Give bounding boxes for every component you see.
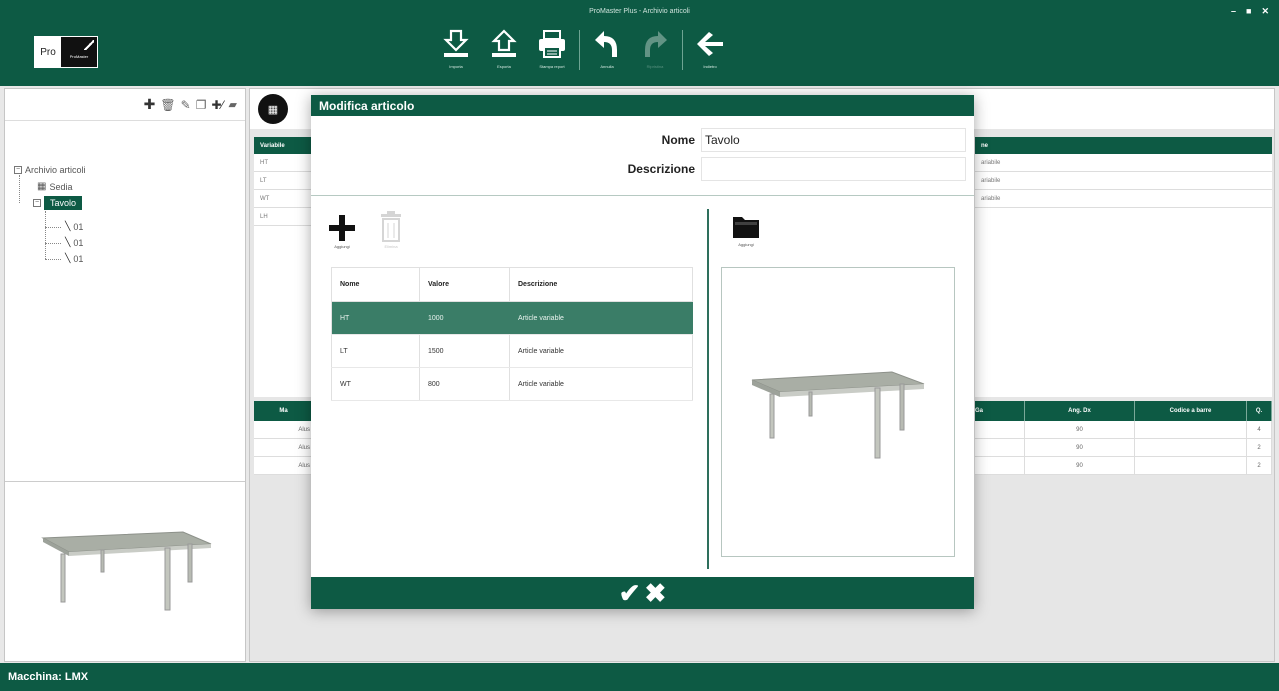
undo-icon — [595, 31, 617, 57]
dialog-separator — [311, 195, 974, 196]
article-preview — [5, 481, 245, 661]
export-icon — [491, 29, 517, 57]
collapse-icon[interactable]: − — [14, 166, 22, 174]
components-background-table: Ma Alus Alus Alus — [254, 401, 314, 475]
table-row[interactable]: HT 1000 Article variable — [331, 301, 693, 335]
tree-line — [45, 259, 61, 260]
top-ribbon: ProMaster Plus - Archivio articoli – ■ ✕… — [0, 0, 1279, 86]
dialog-vertical-separator — [707, 209, 709, 569]
table-row[interactable]: 90 4 — [975, 421, 1272, 439]
tree-item-variable[interactable]: ╲ 01 — [65, 221, 83, 232]
description-row: Descrizione — [311, 157, 966, 181]
table-header-row: Nome Valore Descrizione — [331, 267, 693, 302]
calculator-icon[interactable]: ▦ — [258, 94, 288, 124]
variables-background-table-right: ne ariabile ariabile ariabile — [975, 137, 1272, 397]
tree-item-sedia[interactable]: ▦ Sedia — [37, 181, 72, 192]
tree-line — [45, 243, 61, 244]
copy-icon[interactable]: ❐ — [196, 98, 207, 112]
tree-toolbar: ✚ 🗑 ✎ ❐ ✚⁄ ▰ — [5, 89, 245, 121]
ruler-icon: ╲ — [65, 221, 71, 231]
trash-icon[interactable]: 🗑 — [160, 98, 175, 112]
table-row[interactable]: HT — [254, 154, 314, 172]
table-row[interactable]: Alus — [254, 421, 314, 439]
tree-item-variable[interactable]: ╲ 01 — [65, 237, 83, 248]
window-title: ProMaster Plus - Archivio articoli — [589, 8, 690, 15]
table-row[interactable]: WT 800 Article variable — [331, 367, 693, 401]
name-field[interactable] — [701, 128, 966, 152]
plus-icon[interactable]: ✚ — [144, 96, 156, 113]
table-row[interactable]: ariabile — [975, 154, 1272, 172]
variables-table: Nome Valore Descrizione HT 1000 Article … — [331, 267, 693, 401]
folder-icon[interactable]: ▰ — [229, 98, 237, 111]
add-image-button[interactable]: Aggiungi — [731, 211, 761, 247]
plus-icon — [329, 215, 355, 241]
table-row[interactable]: Alus — [254, 439, 314, 457]
toolbar-separator — [579, 30, 580, 70]
description-label: Descrizione — [627, 162, 695, 176]
table-row[interactable]: LT — [254, 172, 314, 190]
back-button[interactable]: Indietro — [686, 28, 734, 69]
tree-line — [45, 227, 61, 228]
redo-button[interactable]: Ripristina — [631, 28, 679, 69]
cancel-button[interactable]: ✖ — [645, 580, 667, 606]
back-arrow-icon — [697, 32, 723, 56]
toolbar-separator — [682, 30, 683, 70]
tree-item-variable[interactable]: ╲ 01 — [65, 253, 83, 264]
collapse-icon[interactable]: − — [33, 199, 41, 207]
table-row[interactable]: ariabile — [975, 190, 1272, 208]
status-bar: Macchina: LMX — [0, 663, 1279, 691]
trash-icon — [381, 211, 401, 242]
dialog-footer: ✔ ✖ — [311, 577, 974, 609]
tree-root[interactable]: − Archivio articoli — [14, 165, 86, 175]
articles-tree: − Archivio articoli ▦ Sedia − Tavolo ╲ 0… — [5, 121, 245, 481]
table-row[interactable]: ariabile — [975, 172, 1272, 190]
table-row[interactable]: LH — [254, 208, 314, 226]
close-window-button[interactable]: ✕ — [1261, 6, 1269, 17]
tree-item-tavolo[interactable]: − Tavolo — [33, 196, 83, 210]
table-row[interactable]: 90 2 — [975, 439, 1272, 457]
folder-icon — [733, 217, 759, 238]
machine-status: Macchina: LMX — [8, 671, 89, 683]
confirm-button[interactable]: ✔ — [619, 580, 641, 606]
ruler-icon: ╲ — [65, 237, 71, 247]
pencil-icon[interactable]: ✎ — [181, 98, 191, 112]
table-3d-image — [41, 531, 212, 611]
ruler-icon: ╲ — [65, 253, 71, 263]
window-controls: – ■ ✕ — [1231, 6, 1269, 17]
printer-icon — [539, 30, 565, 58]
description-field[interactable] — [701, 157, 966, 181]
tree-line — [19, 175, 20, 203]
undo-button[interactable]: Annulla — [583, 28, 631, 69]
column-header-value[interactable]: Valore — [419, 267, 510, 302]
redo-icon — [645, 31, 667, 57]
name-label: Nome — [661, 133, 695, 147]
table-row[interactable]: LT 1500 Article variable — [331, 334, 693, 368]
grid-icon: ▦ — [37, 181, 47, 192]
delete-variable-button[interactable]: Elimina — [379, 211, 403, 249]
table-row[interactable]: 90 2 — [975, 457, 1272, 475]
table-3d-image — [751, 371, 925, 459]
column-header-description[interactable]: Descrizione — [509, 267, 693, 302]
edit-article-dialog: Modifica articolo Nome Descrizione Aggiu… — [311, 95, 974, 609]
import-button[interactable]: Importa — [432, 28, 480, 69]
name-row: Nome — [311, 128, 966, 152]
dialog-title: Modifica articolo — [311, 95, 974, 116]
article-image-frame — [721, 267, 955, 557]
print-report-button[interactable]: Stampa report — [528, 28, 576, 69]
app-logo: Pro ProMaster — [34, 36, 98, 68]
column-header-name[interactable]: Nome — [331, 267, 420, 302]
articles-tree-panel: ✚ 🗑 ✎ ❐ ✚⁄ ▰ − Archivio articoli ▦ Sedia… — [4, 88, 246, 662]
table-row[interactable]: WT — [254, 190, 314, 208]
add-variable-button[interactable]: Aggiungi — [327, 213, 357, 249]
variables-background-table: Variabile HT LT WT LH — [254, 137, 314, 397]
minimize-button[interactable]: – — [1231, 6, 1236, 17]
main-toolbar: Importa Esporta Stampa report Annulla Ri… — [432, 28, 734, 80]
table-row[interactable]: Alus — [254, 457, 314, 475]
tree-line — [45, 211, 46, 259]
maximize-button[interactable]: ■ — [1246, 6, 1251, 17]
import-icon — [443, 29, 469, 57]
components-background-table-right: Ga Ang. Dx Codice a barre Q. 90 4 90 2 90 2 — [975, 401, 1272, 475]
export-button[interactable]: Esporta — [480, 28, 528, 69]
add-variable-icon[interactable]: ✚⁄ — [211, 98, 223, 112]
